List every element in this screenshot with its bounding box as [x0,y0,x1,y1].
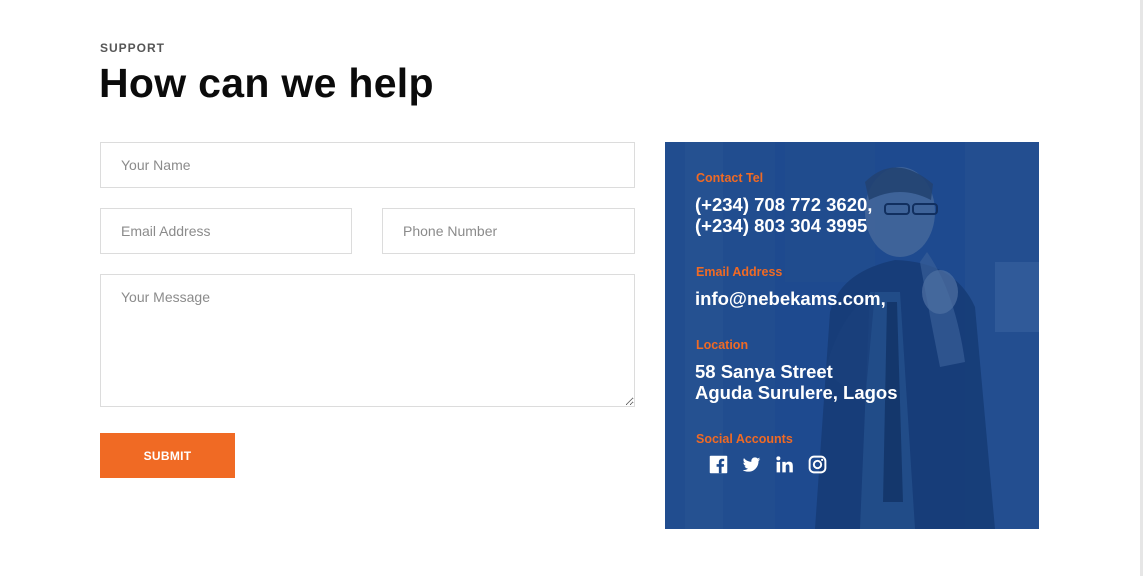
section-eyebrow: SUPPORT [100,41,166,55]
email-label: Email Address [696,265,783,279]
email-value: info@nebekams.com, [695,288,886,309]
submit-button[interactable]: SUBMIT [100,433,235,478]
page-title: How can we help [99,60,434,106]
social-links [708,454,828,475]
email-input[interactable] [100,208,352,254]
location-line2: Aguda Surulere, Lagos [695,382,898,403]
linkedin-icon[interactable] [774,454,795,475]
location-label: Location [696,338,749,352]
social-label: Social Accounts [696,432,793,446]
contact-tel-label: Contact Tel [696,171,764,185]
facebook-icon[interactable] [708,454,729,475]
location-line1: 58 Sanya Street [695,361,833,382]
phone-input[interactable] [382,208,635,254]
instagram-icon[interactable] [807,454,828,475]
twitter-icon[interactable] [741,454,762,475]
contact-tel-line2: (+234) 803 304 3995 [695,215,868,236]
name-input[interactable] [100,142,635,188]
contact-tel-line1: (+234) 708 772 3620, [695,194,873,215]
contact-card: Contact Tel (+234) 708 772 3620, (+234) … [665,142,1039,529]
message-textarea[interactable] [100,274,635,407]
contact-details: Contact Tel (+234) 708 772 3620, (+234) … [665,142,1039,529]
